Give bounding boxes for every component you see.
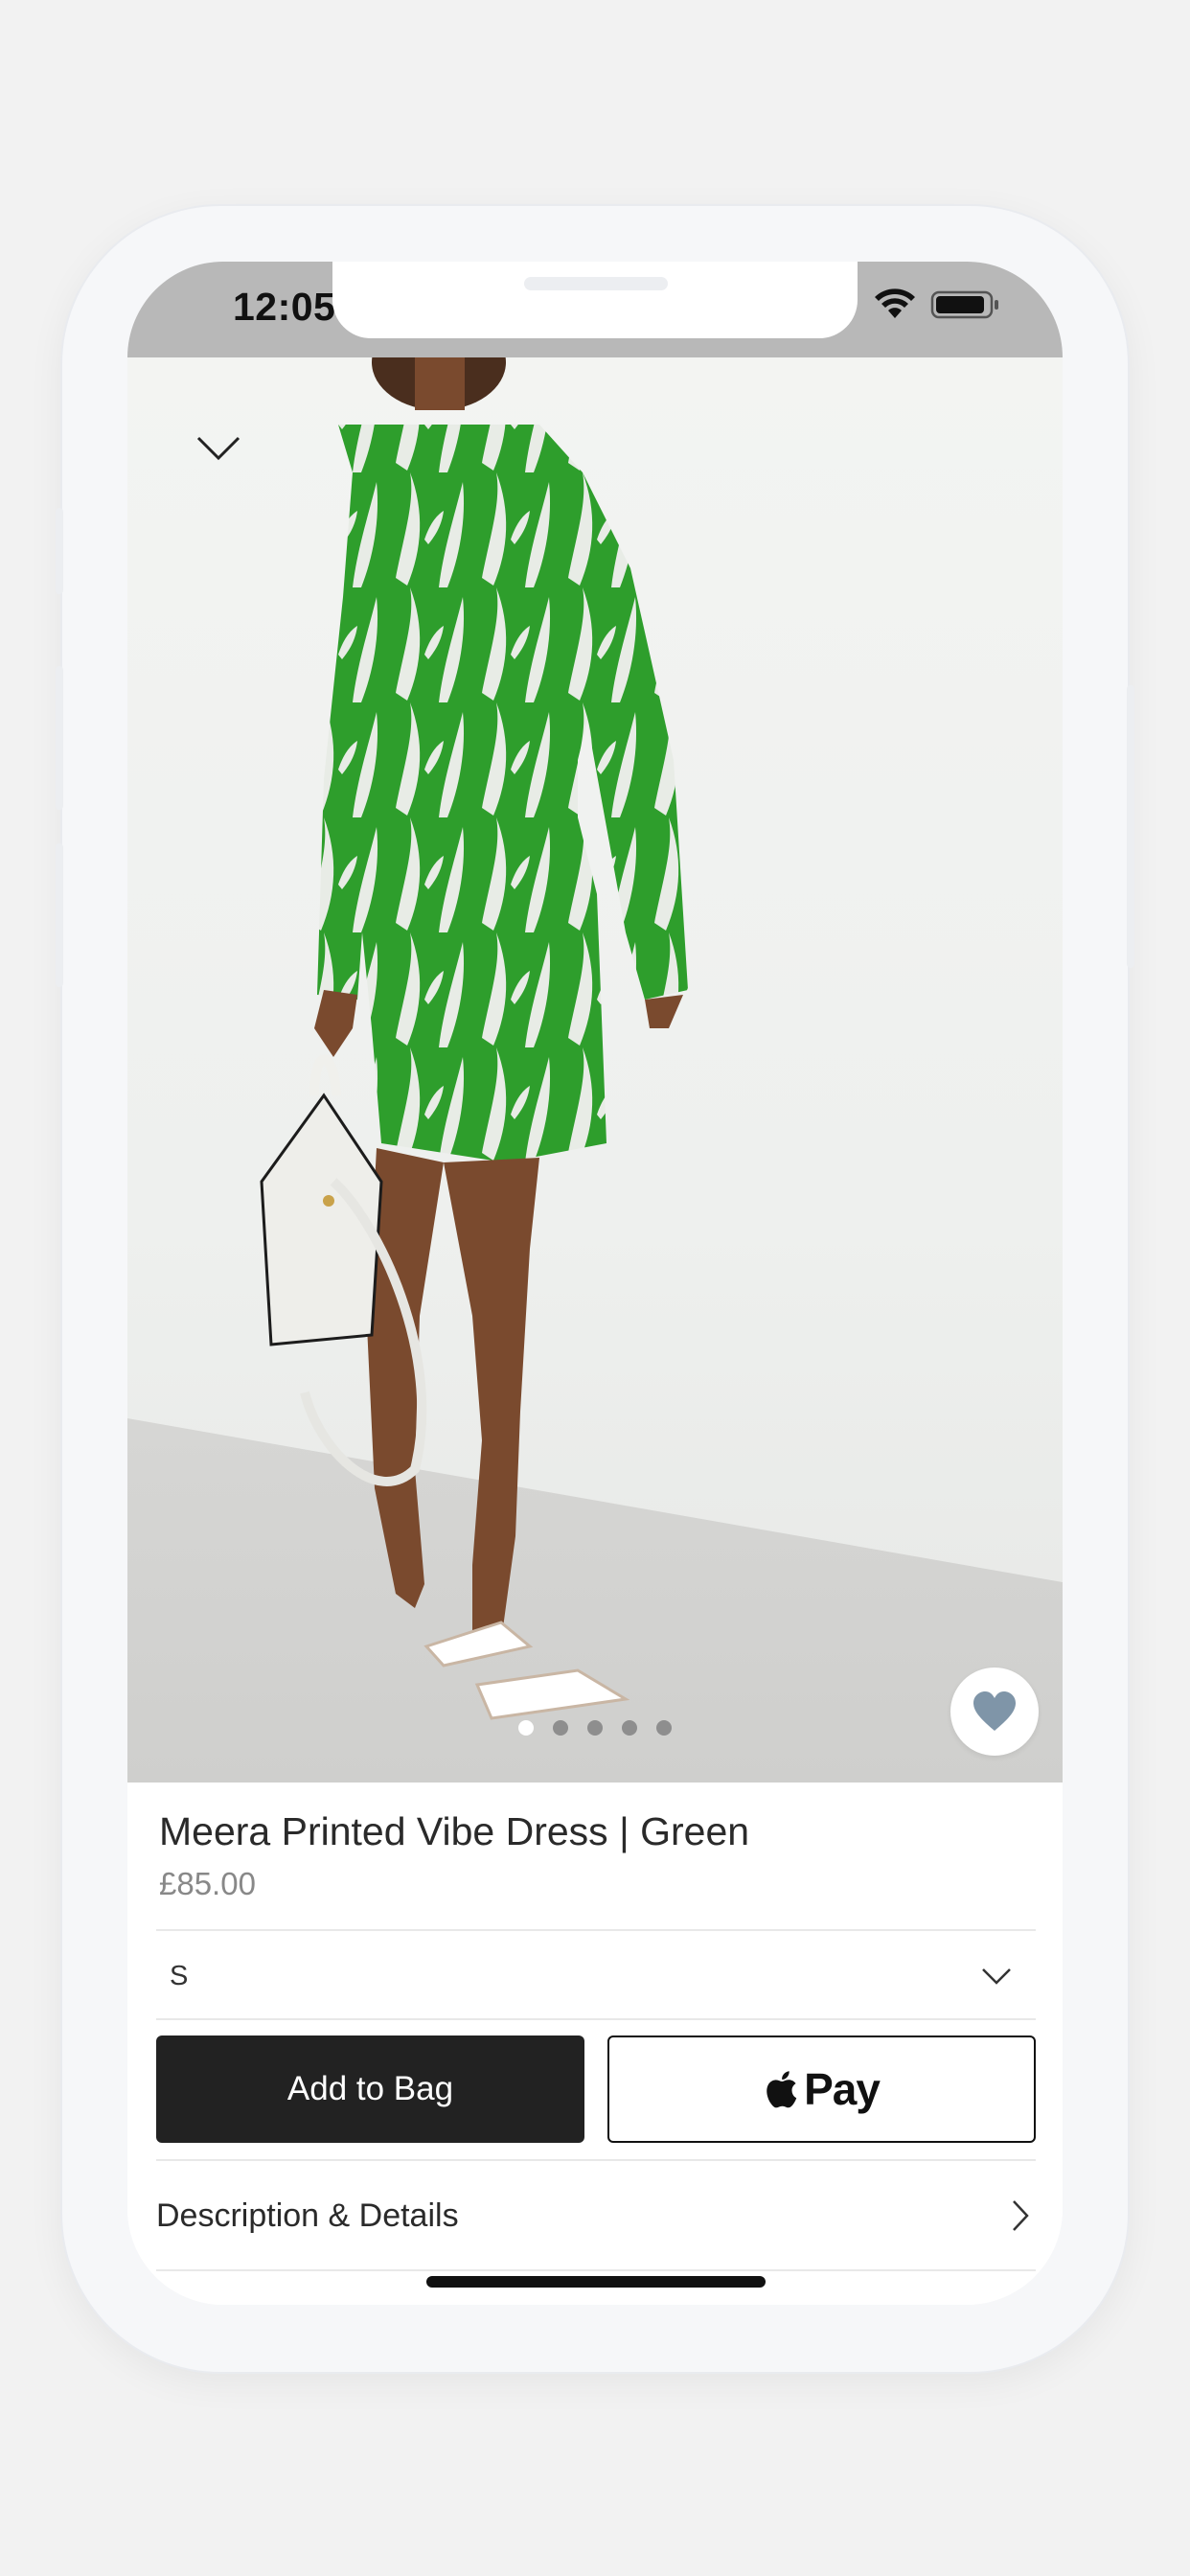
divider: [156, 1929, 1036, 1931]
size-value: S: [170, 1960, 189, 1991]
phone-power-button: [1127, 685, 1134, 968]
description-details-row[interactable]: Description & Details: [156, 2162, 1036, 2269]
chevron-down-icon: [980, 1966, 1013, 1986]
pagination-dot[interactable]: [587, 1720, 603, 1736]
app-screen: 12:05 Meera Printed Vibe Dress | Green £…: [127, 262, 1063, 2305]
pagination-dot[interactable]: [622, 1720, 637, 1736]
heart-icon: [973, 1691, 1016, 1731]
status-icons: [873, 288, 1001, 321]
page: 12:05 Meera Printed Vibe Dress | Green £…: [0, 0, 1190, 2576]
collapse-button[interactable]: [185, 425, 252, 472]
divider: [156, 2018, 1036, 2020]
divider: [156, 2159, 1036, 2161]
notch: [332, 262, 858, 338]
chevron-down-icon: [196, 436, 240, 461]
wifi-icon: [875, 288, 915, 318]
speaker-grille: [524, 277, 668, 290]
product-title: Meera Printed Vibe Dress | Green: [159, 1809, 750, 1853]
status-time: 12:05: [233, 285, 336, 329]
pagination-dot-active[interactable]: [518, 1720, 534, 1736]
pagination-dot[interactable]: [553, 1720, 568, 1736]
phone-volume-down-button: [56, 843, 63, 987]
product-info: Meera Printed Vibe Dress | Green £85.00 …: [127, 1782, 1063, 2305]
apple-logo-icon: [767, 2071, 797, 2108]
phone-side-button: [56, 508, 63, 594]
apple-pay-label: Pay: [804, 2064, 881, 2114]
battery-icon: [930, 290, 998, 319]
status-bar: 12:05: [127, 262, 1063, 357]
apple-pay-button[interactable]: Pay: [607, 2036, 1036, 2143]
product-price: £85.00: [159, 1866, 256, 1901]
home-indicator[interactable]: [426, 2276, 766, 2288]
favorite-button[interactable]: [950, 1668, 1039, 1756]
add-to-bag-button[interactable]: Add to Bag: [156, 2036, 584, 2143]
chevron-right-icon: [1011, 2198, 1030, 2233]
pagination-dot[interactable]: [656, 1720, 672, 1736]
phone-volume-up-button: [56, 666, 63, 810]
product-photo: [260, 357, 688, 1720]
image-pagination[interactable]: [127, 1720, 1063, 1736]
divider: [156, 2269, 1036, 2271]
size-selector[interactable]: S: [156, 1934, 1036, 2018]
description-details-label: Description & Details: [156, 2196, 459, 2234]
product-image[interactable]: [127, 357, 1063, 1782]
